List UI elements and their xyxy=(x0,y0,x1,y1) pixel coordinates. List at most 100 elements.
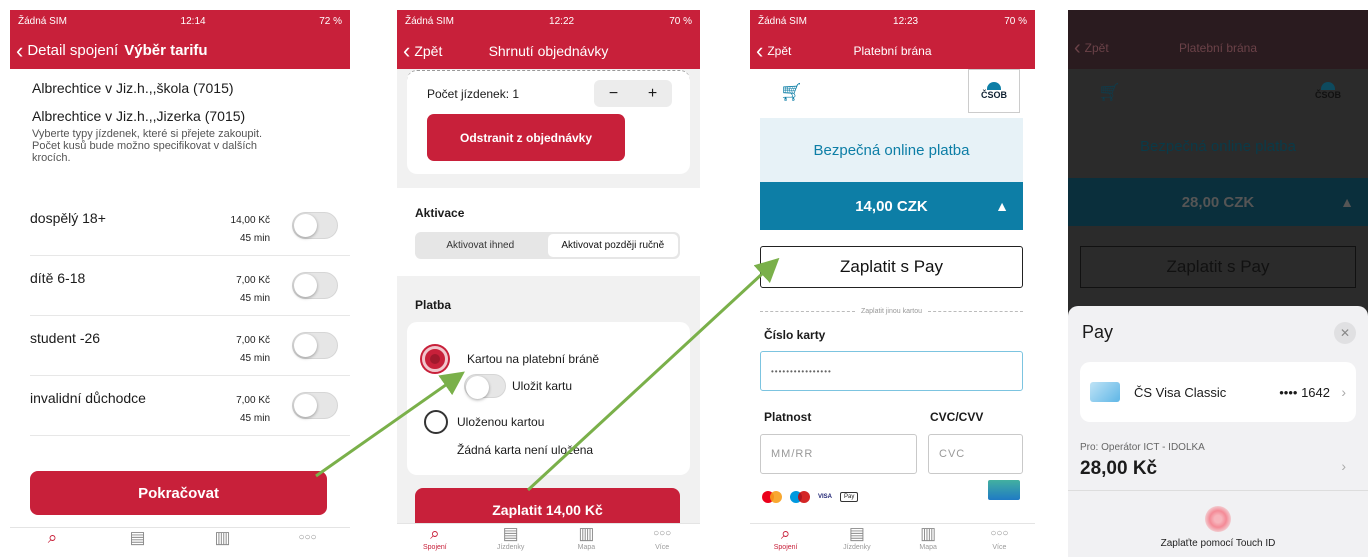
carrier-label: Žádná SIM xyxy=(18,15,67,27)
tariff-toggle[interactable] xyxy=(292,212,338,239)
tariff-row: dospělý 18+ 14,00 Kč 45 min xyxy=(30,196,350,256)
radio-saved-card[interactable] xyxy=(424,410,448,434)
more-icon: ○○○ xyxy=(990,528,1009,539)
tab-spojeni[interactable]: ⌕ xyxy=(23,528,83,548)
tab-vice[interactable]: ○○○ Více xyxy=(969,524,1029,551)
card-thumbnail-icon xyxy=(1090,382,1120,402)
radio-gateway[interactable] xyxy=(422,346,448,372)
tariff-toggle[interactable] xyxy=(292,332,338,359)
back-button[interactable]: ‹ Zpět xyxy=(397,37,443,63)
tab-label: Jízdenky xyxy=(496,544,525,551)
duration-value: 45 min xyxy=(239,293,270,304)
tab-mapa[interactable]: ▥ Mapa xyxy=(556,524,616,551)
divider-line xyxy=(928,311,1023,312)
ticket-count: Počet jízdenek: 1 xyxy=(427,87,520,101)
stop-from: Albrechtice v Jiz.h.,,škola (7015) xyxy=(32,80,234,96)
chevron-left-icon: ‹ xyxy=(403,37,411,63)
page-title: Výběr tarifu xyxy=(124,42,208,59)
search-icon: ⌕ xyxy=(430,524,440,543)
sheet-title: Pay xyxy=(1082,322,1114,342)
battery-level: 70 % xyxy=(669,15,692,27)
cvc-input[interactable]: CVC xyxy=(928,434,1023,474)
mastercard-circle-right xyxy=(770,491,782,503)
other-card-divider: Zaplatit jinou kartou xyxy=(760,308,1023,315)
map-icon: ▥ xyxy=(214,528,231,547)
chevron-right-icon[interactable]: › xyxy=(1341,458,1346,474)
bank-logo-mark xyxy=(1321,82,1335,90)
tab-label: Více xyxy=(992,544,1007,551)
more-icon: ○○○ xyxy=(298,532,317,543)
tariff-name: dítě 6-18 xyxy=(30,270,86,286)
tab-spojeni[interactable]: ⌕ Spojení xyxy=(756,524,816,551)
segment-activate-now[interactable]: Aktivovat ihned xyxy=(415,232,546,259)
tab-mapa[interactable]: ▥ Mapa xyxy=(898,524,958,551)
tariff-row: student -26 7,00 Kč 45 min xyxy=(30,316,350,376)
clock: 12:23 xyxy=(893,15,919,27)
back-button[interactable]: ‹ Zpět xyxy=(750,39,791,61)
tariff-toggle[interactable] xyxy=(292,272,338,299)
saved-card-label: Uloženou kartou xyxy=(457,415,545,429)
apple-pay-button[interactable]: Zaplatit s Pay xyxy=(760,246,1023,288)
carrier-label: Žádná SIM xyxy=(758,15,807,27)
maestro-icon xyxy=(790,491,810,503)
more-icon: ○○○ xyxy=(653,528,672,539)
carrier-label: Žádná SIM xyxy=(405,15,454,27)
back-button[interactable]: ‹ Detail spojení xyxy=(16,37,118,63)
page-title: Shrnutí objednávky xyxy=(488,42,609,59)
chevron-left-icon: ‹ xyxy=(16,37,24,63)
tab-label: Spojení xyxy=(423,544,447,551)
save-card-toggle[interactable] xyxy=(464,374,506,399)
screen-apple-pay-sheet: ‹ Zpět Platební brána 🛒︎ ČSOB Bezpečná o… xyxy=(1068,10,1368,557)
tab-jizdenky[interactable]: ▤ xyxy=(108,528,168,548)
card-selector[interactable]: ČS Visa Classic •••• 1642 › xyxy=(1080,362,1356,422)
tariff-toggle[interactable] xyxy=(292,392,338,419)
segment-activate-later[interactable]: Aktivovat později ručně xyxy=(547,234,678,257)
tab-vice[interactable]: ○○○ Více xyxy=(632,524,692,551)
tariff-price: 14,00 Kč 45 min xyxy=(231,212,270,248)
tab-label: Jízdenky xyxy=(843,544,871,551)
duration-value: 45 min xyxy=(239,233,270,244)
nav-bar: ‹ Detail spojení Výběr tarifu xyxy=(10,32,350,69)
card-last4: •••• 1642 xyxy=(1279,384,1330,400)
back-label: Zpět xyxy=(414,42,443,59)
chevron-right-icon: › xyxy=(1341,384,1346,400)
apple-pay-button: Zaplatit s Pay xyxy=(1080,246,1356,288)
increment-button[interactable]: + xyxy=(648,85,657,103)
price-value: 14,00 Kč xyxy=(230,215,270,226)
tab-jizdenky[interactable]: ▤ Jízdenky xyxy=(481,524,541,551)
tab-spojeni[interactable]: ⌕ Spojení xyxy=(405,524,465,551)
ticket-icon: ▤ xyxy=(129,528,146,547)
activation-segmented: Aktivovat ihned Aktivovat později ručně xyxy=(415,232,680,259)
remove-button[interactable]: Odstranit z objednávky xyxy=(427,114,625,161)
save-card-label: Uložit kartu xyxy=(512,379,573,393)
duration-value: 45 min xyxy=(239,413,270,424)
tab-mapa[interactable]: ▥ xyxy=(193,528,253,548)
back-button[interactable]: ‹ Zpět xyxy=(1068,38,1109,58)
status-bar: Žádná SIM 12:23 70 % xyxy=(750,10,1035,32)
nav-bar: ‹ Zpět Shrnutí objednávky xyxy=(397,32,700,69)
continue-button[interactable]: Pokračovat xyxy=(30,471,327,515)
apple-pay-sheet: Pay ✕ ČS Visa Classic •••• 1642 › Pro: O… xyxy=(1068,306,1368,557)
close-icon[interactable]: ✕ xyxy=(1334,322,1356,344)
screen-tariff-selection: Žádná SIM 12:14 72 % ‹ Detail spojení Vý… xyxy=(10,10,350,557)
duration-value: 45 min xyxy=(239,353,270,364)
amount-value: 28,00 CZK xyxy=(1181,193,1255,211)
apple-pay-badge: Pay xyxy=(840,492,859,502)
tab-jizdenky[interactable]: ▤ Jízdenky xyxy=(827,524,887,551)
card-number-input[interactable]: •••••••••••••••• xyxy=(760,351,1023,391)
ticket-icon: ▤ xyxy=(502,524,519,543)
total-amount: 28,00 Kč xyxy=(1080,458,1158,479)
list-fade xyxy=(10,450,350,472)
cart-icon: 🛒︎ xyxy=(1098,82,1121,102)
validity-input[interactable]: MM/RR xyxy=(760,434,917,474)
secure-label: Bezpečná online platba xyxy=(813,141,970,159)
sheet-header: Pay xyxy=(1080,322,1113,343)
decrement-button[interactable]: − xyxy=(609,85,618,103)
fingerprint-icon[interactable] xyxy=(1205,506,1231,532)
maestro-circle-right xyxy=(798,491,810,503)
mastercard-icon xyxy=(762,491,782,503)
tab-vice[interactable]: ○○○ xyxy=(278,528,338,548)
search-icon: ⌕ xyxy=(47,528,58,547)
collapse-arrow-icon[interactable]: ▲ xyxy=(995,198,1009,214)
tab-label: Více xyxy=(655,544,670,551)
